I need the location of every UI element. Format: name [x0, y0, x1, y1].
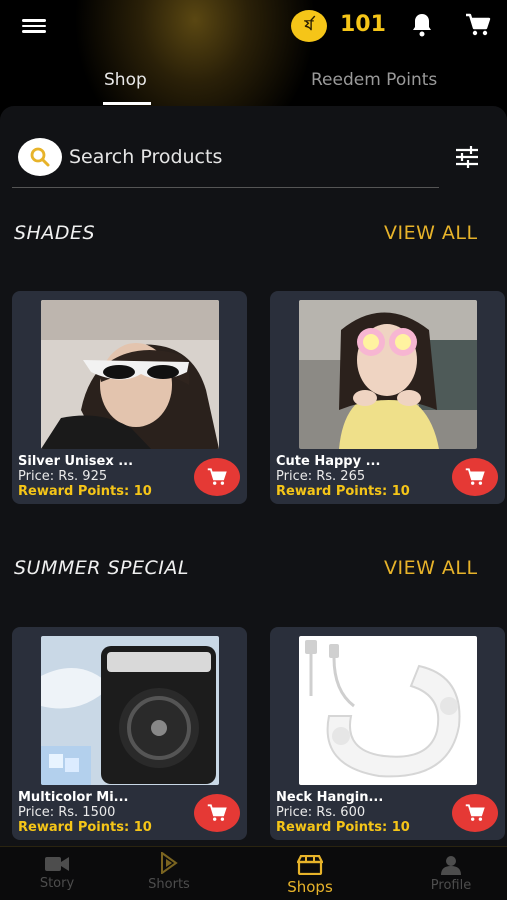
product-image[interactable]	[299, 300, 477, 449]
product-price: Price: Rs. 1500	[18, 805, 116, 820]
product-reward-points: Reward Points: 10	[18, 484, 152, 499]
product-reward-points: Reward Points: 10	[276, 820, 410, 835]
cart-icon[interactable]	[465, 12, 491, 38]
product-reward-points: Reward Points: 10	[18, 820, 152, 835]
product-reward-points: Reward Points: 10	[276, 484, 410, 499]
video-camera-icon	[45, 857, 69, 871]
product-price: Price: Rs. 600	[276, 805, 366, 820]
filter-sliders-icon[interactable]	[455, 146, 479, 168]
product-price: Price: Rs. 265	[276, 469, 366, 484]
shop-icon	[297, 855, 323, 875]
product-card[interactable]: Silver Unisex ... Price: Rs. 925 Reward …	[12, 291, 247, 504]
cart-icon	[207, 468, 227, 485]
add-to-cart-button[interactable]	[194, 794, 240, 832]
product-image[interactable]	[41, 300, 219, 449]
view-all-summer-special-button[interactable]: VIEW ALL	[384, 557, 478, 579]
shorts-icon	[161, 852, 178, 874]
person-icon	[441, 856, 461, 875]
product-name: Cute Happy ...	[276, 454, 381, 469]
cart-icon	[207, 804, 227, 821]
tab-redeem-points[interactable]: Reedem Points	[311, 70, 437, 90]
nav-item-shorts[interactable]: Shorts	[132, 847, 206, 900]
search-button[interactable]	[18, 138, 62, 176]
tab-shop[interactable]: Shop	[104, 70, 147, 90]
top-bar: ৰ্য 101 Shop Reedem Points	[0, 0, 507, 106]
search-input[interactable]: Search Products	[69, 146, 222, 168]
product-card[interactable]: Neck Hangin... Price: Rs. 600 Reward Poi…	[270, 627, 505, 840]
nav-item-profile[interactable]: Profile	[414, 847, 488, 900]
coin-badge-icon: ৰ্য	[291, 10, 327, 42]
product-name: Multicolor Mi...	[18, 790, 129, 805]
section-title-summer-special: SUMMER SPECIAL	[14, 557, 189, 579]
tab-bar: Shop Reedem Points	[0, 60, 507, 106]
cart-icon	[465, 468, 485, 485]
nav-item-shops[interactable]: Shops	[272, 847, 348, 900]
bottom-navigation: Story Shorts Shops Profile	[0, 846, 507, 900]
nav-label-shorts: Shorts	[148, 877, 190, 892]
section-title-shades: SHADES	[14, 222, 96, 244]
nav-label-profile: Profile	[430, 878, 472, 893]
search-icon	[30, 147, 50, 167]
menu-icon[interactable]	[22, 16, 46, 36]
nav-item-story[interactable]: Story	[20, 847, 94, 900]
add-to-cart-button[interactable]	[194, 458, 240, 496]
add-to-cart-button[interactable]	[452, 458, 498, 496]
shop-panel: Search Products SHADES VIEW ALL Silver U…	[0, 106, 507, 846]
product-name: Silver Unisex ...	[18, 454, 134, 469]
bell-icon[interactable]	[410, 12, 434, 38]
product-card[interactable]: Cute Happy ... Price: Rs. 265 Reward Poi…	[270, 291, 505, 504]
product-image[interactable]	[299, 636, 477, 785]
points-count: 101	[340, 12, 386, 37]
tab-active-indicator	[103, 102, 151, 105]
view-all-shades-button[interactable]: VIEW ALL	[384, 222, 478, 244]
nav-label-story: Story	[39, 876, 75, 891]
nav-label-shops: Shops	[287, 878, 333, 896]
product-price: Price: Rs. 925	[18, 469, 108, 484]
add-to-cart-button[interactable]	[452, 794, 498, 832]
search-bar[interactable]: Search Products	[12, 138, 439, 188]
cart-icon	[465, 804, 485, 821]
product-image[interactable]	[41, 636, 219, 785]
product-card[interactable]: Multicolor Mi... Price: Rs. 1500 Reward …	[12, 627, 247, 840]
product-name: Neck Hangin...	[276, 790, 384, 805]
